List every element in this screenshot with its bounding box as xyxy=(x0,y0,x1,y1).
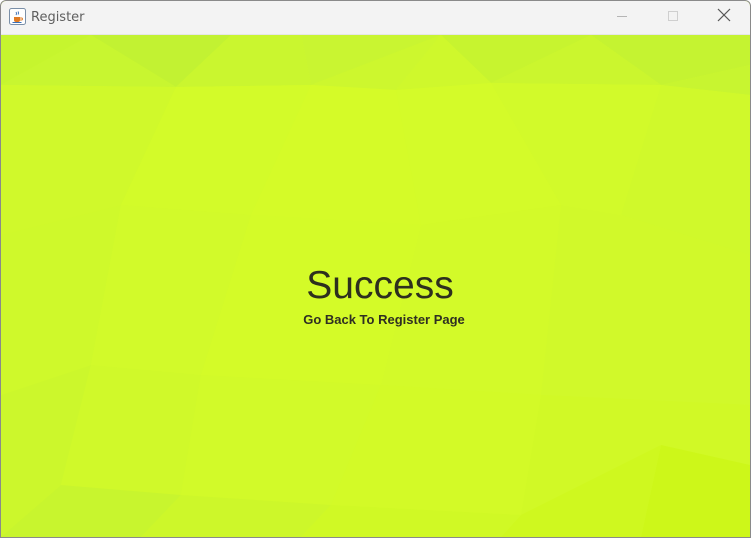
close-button[interactable] xyxy=(701,1,747,34)
title-bar[interactable]: Register xyxy=(1,1,750,35)
minimize-icon xyxy=(616,9,628,27)
back-to-register-link[interactable]: Go Back To Register Page xyxy=(267,311,501,329)
app-window: Register Success Go Back To Register Pag… xyxy=(0,0,751,538)
content-panel: Success Go Back To Register Page xyxy=(1,35,750,537)
window-title: Register xyxy=(31,10,85,25)
success-heading: Success xyxy=(306,264,454,307)
minimize-button[interactable] xyxy=(599,1,645,34)
java-cup-icon xyxy=(9,8,26,25)
maximize-button[interactable] xyxy=(650,1,696,34)
close-icon xyxy=(717,8,731,27)
maximize-icon xyxy=(667,9,679,27)
